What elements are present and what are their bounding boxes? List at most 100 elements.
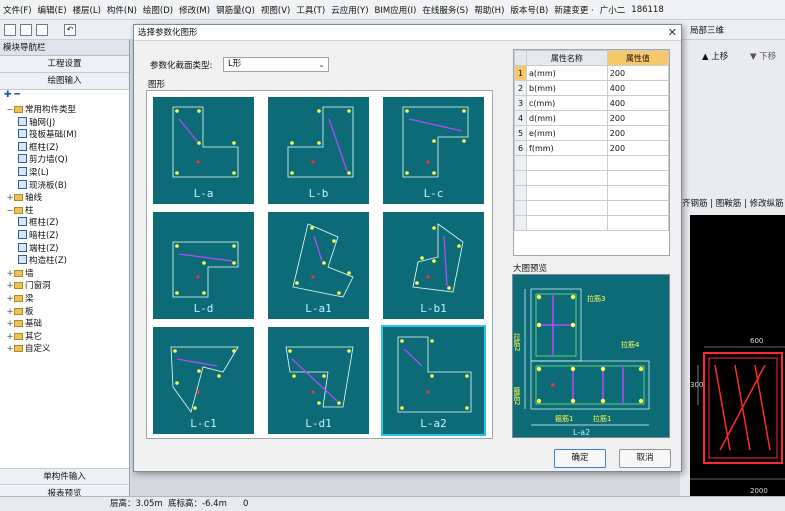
tree-folder[interactable]: − 柱 bbox=[0, 205, 129, 218]
table-row[interactable]: 3 c(mm) 400 bbox=[514, 95, 670, 111]
tree-toolbar[interactable]: ✚ ━ bbox=[0, 90, 129, 104]
menu-item[interactable]: 绘图(D) bbox=[143, 4, 173, 16]
table-row[interactable]: 6 f(mm) 200 bbox=[514, 140, 670, 156]
component-icon bbox=[18, 154, 27, 164]
prop-value[interactable]: 200 bbox=[606, 140, 670, 156]
menu-item[interactable]: 版本号(B) bbox=[510, 4, 548, 16]
expand-toggle-icon[interactable]: + bbox=[6, 268, 14, 281]
table-row[interactable]: 4 d(mm) 200 bbox=[514, 110, 670, 126]
menu-item[interactable]: 广小二 bbox=[600, 4, 626, 16]
expand-toggle-icon[interactable]: + bbox=[6, 293, 14, 306]
menu-item[interactable]: 在线服务(S) bbox=[422, 4, 468, 16]
shape-option-l-a[interactable]: L-a bbox=[151, 95, 256, 206]
prop-value-header: 属性值 bbox=[606, 50, 670, 66]
tree-item[interactable]: 构造柱(Z) bbox=[0, 255, 129, 268]
shape-option-l-c1[interactable]: L-c1 bbox=[151, 325, 256, 436]
expand-toggle-icon[interactable]: + bbox=[6, 306, 14, 319]
tree-item[interactable]: 现浇板(B) bbox=[0, 179, 129, 193]
ok-button[interactable]: 确定 bbox=[554, 449, 606, 468]
table-row[interactable]: 1 a(mm) 200 bbox=[514, 65, 670, 81]
empty-row bbox=[514, 215, 670, 231]
tree-item[interactable]: 暗柱(Z) bbox=[0, 229, 129, 243]
cancel-button[interactable]: 取消 bbox=[619, 449, 671, 468]
shape-caption: L-c1 bbox=[190, 417, 217, 430]
table-row[interactable]: 2 b(mm) 400 bbox=[514, 80, 670, 96]
folder-icon bbox=[14, 294, 23, 302]
tree-folder[interactable]: − 常用构件类型 bbox=[0, 104, 129, 117]
tree-folder[interactable]: + 轴线 bbox=[0, 192, 129, 205]
menu-item[interactable]: 工具(T) bbox=[296, 4, 325, 16]
tree-folder[interactable]: + 墙 bbox=[0, 268, 129, 281]
tree-item[interactable]: 框柱(Z) bbox=[0, 141, 129, 155]
expand-toggle-icon[interactable]: + bbox=[6, 192, 14, 205]
expand-toggle-icon[interactable]: + bbox=[6, 318, 14, 331]
menu-item[interactable]: 钢筋量(Q) bbox=[216, 4, 255, 16]
menu-item[interactable]: 编辑(E) bbox=[38, 4, 67, 16]
draw-input-button[interactable]: 绘图输入 bbox=[0, 73, 129, 90]
prop-value[interactable]: 200 bbox=[606, 65, 670, 81]
prop-value[interactable]: 400 bbox=[606, 95, 670, 111]
expand-toggle-icon[interactable]: − bbox=[6, 205, 14, 218]
single-component-input-button[interactable]: 单构件输入 bbox=[0, 468, 129, 485]
menu-item[interactable]: BIM应用(I) bbox=[375, 4, 417, 16]
local-3d-button[interactable]: 局部三维 bbox=[690, 24, 724, 36]
move-down-button[interactable]: ▼ 下移 bbox=[750, 50, 776, 62]
shapes-label: 图形 bbox=[148, 80, 166, 90]
tree-item[interactable]: 筏板基础(M) bbox=[0, 129, 129, 142]
tree-folder[interactable]: + 梁 bbox=[0, 293, 129, 306]
undo-icon[interactable]: ↶ bbox=[64, 24, 76, 36]
menu-item[interactable]: 新建变更 · bbox=[554, 4, 593, 16]
menu-item[interactable]: 帮助(H) bbox=[474, 4, 504, 16]
table-row[interactable]: 5 e(mm) 200 bbox=[514, 125, 670, 141]
tree-folder[interactable]: + 其它 bbox=[0, 331, 129, 344]
expand-toggle-icon[interactable]: + bbox=[6, 331, 14, 344]
open-folder-icon[interactable] bbox=[20, 24, 32, 36]
property-table[interactable]: 属性名称 属性值 1 a(mm) 200 2 b(mm) 400 3 c(mm) 400 4 d(m… bbox=[513, 49, 670, 256]
tree-item[interactable]: 轴网(J) bbox=[0, 116, 129, 130]
tree-folder[interactable]: + 基础 bbox=[0, 318, 129, 331]
expand-toggle-icon[interactable]: − bbox=[6, 104, 14, 117]
menu-item[interactable]: 修改(M) bbox=[179, 4, 210, 16]
prop-value[interactable]: 400 bbox=[606, 80, 670, 96]
shape-option-l-c[interactable]: L-c bbox=[381, 95, 486, 206]
menu-item[interactable]: 楼层(L) bbox=[73, 4, 101, 16]
tree-item[interactable]: 框柱(Z) bbox=[0, 217, 129, 230]
component-tree[interactable]: − 常用构件类型 轴网(J) 筏板基础(M) 框柱(Z) 剪力墙(Q) 梁(L) 现浇板(B)… bbox=[0, 104, 129, 356]
tree-label: 板 bbox=[25, 306, 34, 317]
expand-toggle-icon[interactable]: + bbox=[6, 343, 14, 356]
tree-item[interactable]: 梁(L) bbox=[0, 166, 129, 180]
tree-item[interactable]: 剪力墙(Q) bbox=[0, 154, 129, 167]
new-file-icon[interactable] bbox=[4, 24, 16, 36]
save-icon[interactable] bbox=[36, 24, 48, 36]
move-up-button[interactable]: ▲ 上移 bbox=[702, 50, 728, 62]
prop-value[interactable]: 200 bbox=[606, 110, 670, 126]
empty-row bbox=[514, 170, 670, 186]
prop-value[interactable]: 200 bbox=[606, 125, 670, 141]
shape-option-l-b[interactable]: L-b bbox=[266, 95, 371, 206]
tree-folder[interactable]: + 板 bbox=[0, 306, 129, 319]
menu-item[interactable]: 云应用(Y) bbox=[331, 4, 368, 16]
shape-option-l-b1[interactable]: L-b1 bbox=[381, 210, 486, 321]
tree-item[interactable]: 端柱(Z) bbox=[0, 242, 129, 256]
tree-folder[interactable]: + 门窗洞 bbox=[0, 280, 129, 293]
project-settings-button[interactable]: 工程设置 bbox=[0, 56, 129, 73]
tree-label: 框柱(Z) bbox=[29, 142, 59, 153]
shape-option-l-d1[interactable]: L-d1 bbox=[266, 325, 371, 436]
expand-toggle-icon[interactable]: + bbox=[6, 280, 14, 293]
menu-item[interactable]: 186118 bbox=[631, 5, 663, 15]
rebar-tabs[interactable]: 齐钢筋 | 图鞍筋 | 修改纵筋 bbox=[682, 197, 784, 209]
menu-item[interactable]: 文件(F) bbox=[3, 4, 32, 16]
prop-name: c(mm) bbox=[526, 95, 608, 111]
row-number: 6 bbox=[514, 140, 527, 156]
cad-drawing-area[interactable]: 600 300 2000 bbox=[690, 215, 785, 500]
menu-item[interactable]: 构件(N) bbox=[107, 4, 137, 16]
shape-option-l-a1[interactable]: L-a1 bbox=[266, 210, 371, 321]
section-type-select[interactable]: L形 ⌄ bbox=[223, 57, 329, 72]
shape-option-l-d[interactable]: L-d bbox=[151, 210, 256, 321]
row-number: 2 bbox=[514, 80, 527, 96]
shape-option-l-a2[interactable]: L-a2 bbox=[381, 325, 486, 436]
tree-folder[interactable]: + 自定义 bbox=[0, 343, 129, 356]
menu-item[interactable]: 视图(V) bbox=[261, 4, 290, 16]
tree-label: 梁 bbox=[25, 293, 34, 304]
close-icon[interactable]: ✕ bbox=[668, 26, 677, 39]
